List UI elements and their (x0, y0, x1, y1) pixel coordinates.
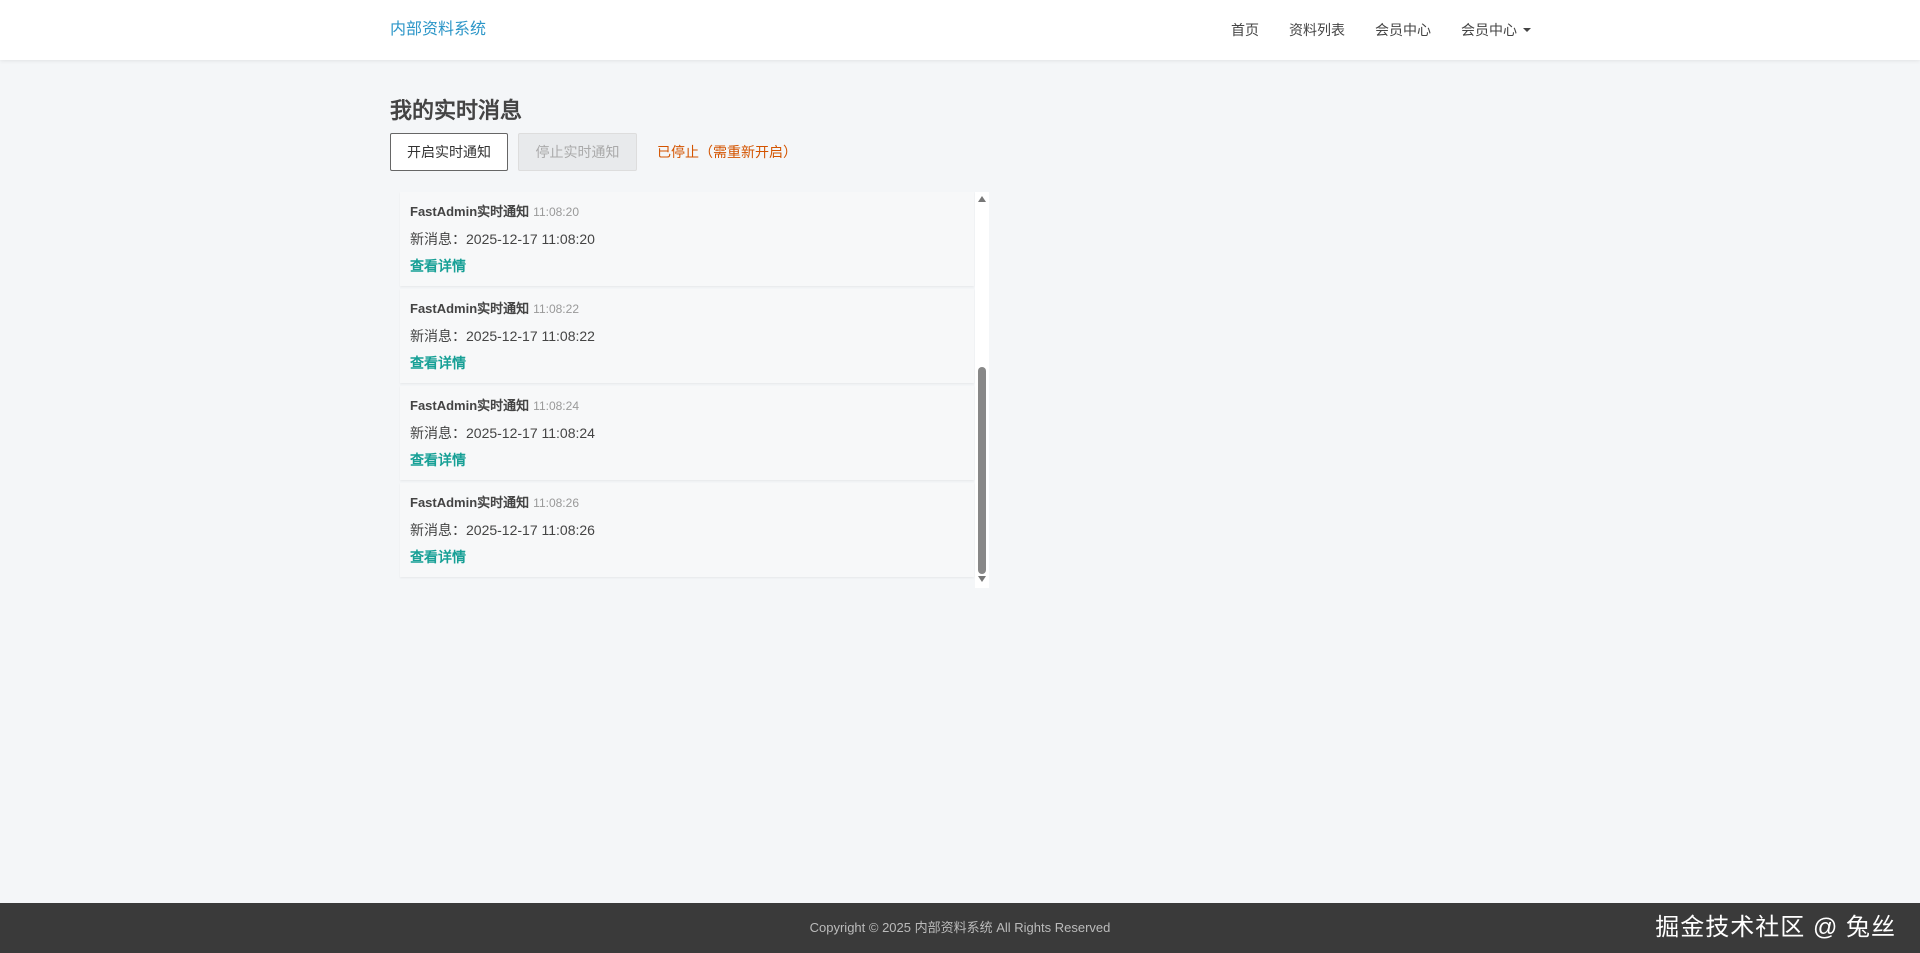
nav-item-document-list[interactable]: 资料列表 (1289, 20, 1345, 40)
nav-menu: 首页 资料列表 会员中心 会员中心 (1231, 20, 1531, 40)
message-item: FastAdmin实时通知 11:08:22 新消息：2025-12-17 11… (400, 289, 974, 383)
brand-logo-link[interactable]: 内部资料系统 (390, 20, 486, 40)
message-list-container: FastAdmin实时通知 11:08:20 新消息：2025-12-17 11… (390, 192, 990, 588)
message-title: FastAdmin实时通知 (410, 301, 530, 316)
message-body: 新消息：2025-12-17 11:08:26 (410, 522, 595, 538)
page-footer: Copyright © 2025 内部资料系统 All Rights Reser… (0, 903, 1920, 953)
scroll-up-arrow-icon[interactable] (978, 196, 986, 202)
nav-item-member-center[interactable]: 会员中心 (1375, 20, 1431, 40)
connection-status-text: 已停止（需重新开启） (657, 144, 797, 160)
message-time: 11:08:24 (533, 399, 579, 413)
nav-item-member-center-dropdown[interactable]: 会员中心 (1461, 20, 1531, 40)
watermark-text: 掘金技术社区 @ 兔丝 (1655, 914, 1896, 941)
message-list: FastAdmin实时通知 11:08:20 新消息：2025-12-17 11… (400, 192, 974, 580)
message-header: FastAdmin实时通知 11:08:24 (410, 398, 974, 414)
message-body: 新消息：2025-12-17 11:08:22 (410, 328, 595, 344)
message-header: FastAdmin实时通知 11:08:20 (410, 204, 974, 220)
message-list-scrollbar[interactable] (975, 192, 989, 588)
message-item: FastAdmin实时通知 11:08:20 新消息：2025-12-17 11… (400, 192, 974, 286)
stop-realtime-button[interactable]: 停止实时通知 (518, 133, 637, 171)
message-title: FastAdmin实时通知 (410, 398, 530, 413)
message-title: FastAdmin实时通知 (410, 204, 530, 219)
view-details-link[interactable]: 查看详情 (410, 355, 974, 371)
top-navbar: 内部资料系统 首页 资料列表 会员中心 会员中心 (0, 0, 1920, 60)
start-realtime-button[interactable]: 开启实时通知 (390, 133, 508, 171)
message-time: 11:08:22 (533, 302, 579, 316)
message-item: FastAdmin实时通知 11:08:26 新消息：2025-12-17 11… (400, 483, 974, 577)
message-body: 新消息：2025-12-17 11:08:24 (410, 425, 595, 441)
nav-dropdown-label: 会员中心 (1461, 22, 1517, 38)
scrollbar-thumb[interactable] (978, 367, 986, 574)
view-details-link[interactable]: 查看详情 (410, 549, 974, 565)
copyright-text: Copyright © 2025 内部资料系统 All Rights Reser… (809, 920, 1111, 935)
page-title: 我的实时消息 (390, 98, 523, 123)
message-header: FastAdmin实时通知 11:08:26 (410, 495, 974, 511)
message-body: 新消息：2025-12-17 11:08:20 (410, 231, 595, 247)
message-header: FastAdmin实时通知 11:08:22 (410, 301, 974, 317)
message-time: 11:08:26 (533, 496, 579, 510)
scroll-down-arrow-icon[interactable] (978, 576, 986, 582)
message-item: FastAdmin实时通知 11:08:24 新消息：2025-12-17 11… (400, 386, 974, 480)
notification-controls: 开启实时通知 停止实时通知 已停止（需重新开启） (390, 133, 797, 171)
view-details-link[interactable]: 查看详情 (410, 258, 974, 274)
message-title: FastAdmin实时通知 (410, 495, 530, 510)
nav-item-home[interactable]: 首页 (1231, 20, 1259, 40)
caret-down-icon (1523, 28, 1531, 32)
view-details-link[interactable]: 查看详情 (410, 452, 974, 468)
message-time: 11:08:20 (533, 205, 579, 219)
